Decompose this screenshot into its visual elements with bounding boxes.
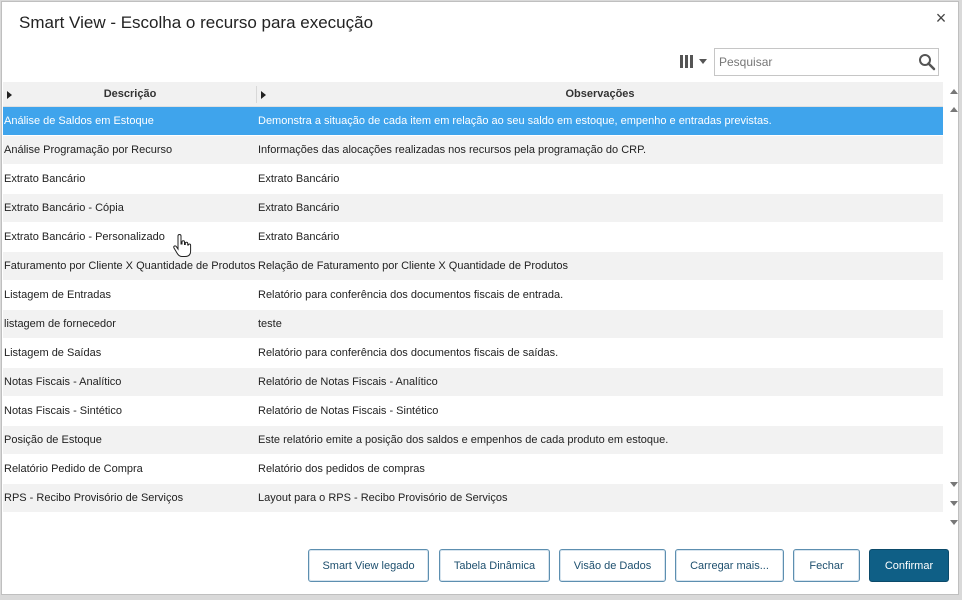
cell-observacoes: Relatório para conferência dos documento… [258, 347, 559, 359]
cell-descricao: Listagem de Saídas [4, 347, 102, 359]
table-body: Análise de Saldos em Estoque Demonstra a … [3, 107, 943, 513]
confirmar-button[interactable]: Confirmar [869, 549, 949, 582]
cell-descricao: Extrato Bancário - Personalizado [4, 231, 165, 243]
table-row[interactable]: Análise de Saldos em Estoque Demonstra a … [3, 107, 943, 136]
dialog-title: Smart View - Escolha o recurso para exec… [19, 13, 374, 32]
cell-observacoes: Informações das alocações realizadas nos… [258, 144, 647, 156]
column-selector-button[interactable] [674, 48, 712, 75]
cell-descricao: Análise de Saldos em Estoque [4, 115, 154, 127]
tabela-dinamica-button[interactable]: Tabela Dinâmica [439, 549, 550, 582]
cell-descricao: Notas Fiscais - Sintético [4, 405, 122, 417]
cell-observacoes: Extrato Bancário [258, 202, 340, 214]
table-row[interactable]: Listagem de Saídas Relatório para conferê… [3, 339, 943, 368]
vertical-scrollbar[interactable] [946, 82, 962, 533]
cell-observacoes: Relatório de Notas Fiscais - Sintético [258, 405, 439, 417]
cell-descricao: Faturamento por Cliente X Quantidade de … [4, 260, 256, 272]
cell-observacoes: Layout para o RPS - Recibo Provisório de… [258, 492, 508, 504]
chevron-down-icon [698, 59, 707, 64]
fechar-button[interactable]: Fechar [793, 549, 860, 582]
table-row[interactable]: Relatório Pedido de Compra Relatório dos … [3, 455, 943, 484]
scroll-down-button[interactable] [946, 496, 961, 511]
chevron-up-icon [949, 107, 958, 112]
table-row[interactable]: Notas Fiscais - Sintético Relatório de No… [3, 397, 943, 426]
cell-observacoes: Extrato Bancário [258, 173, 340, 185]
search-field [714, 48, 939, 76]
table-header: Descrição Observações [3, 82, 943, 107]
table-row[interactable]: Extrato Bancário - Cópia Extrato Bancário [3, 194, 943, 223]
table-row[interactable]: Faturamento por Cliente X Quantidade de … [3, 252, 943, 281]
close-icon[interactable]: × [933, 9, 949, 27]
resources-table: Descrição Observações Análise de Saldos … [3, 82, 943, 513]
chevron-up-icon [949, 89, 958, 94]
cell-descricao: RPS - Recibo Provisório de Serviços [4, 492, 184, 504]
search-icon[interactable] [918, 53, 936, 71]
cell-descricao: listagem de fornecedor [4, 318, 116, 330]
cell-observacoes: Extrato Bancário [258, 231, 340, 243]
chevron-down-icon [949, 482, 958, 487]
cell-descricao: Extrato Bancário - Cópia [4, 202, 124, 214]
scroll-down-button[interactable] [946, 477, 961, 492]
cell-observacoes: Este relatório emite a posição dos saldo… [258, 434, 669, 446]
cell-descricao: Análise Programação por Recurso [4, 144, 173, 156]
cell-observacoes: Relatório dos pedidos de compras [258, 463, 425, 475]
table-row[interactable]: Análise Programação por Recurso Informaçõ… [3, 136, 943, 165]
smart-view-legado-button[interactable]: Smart View legado [308, 549, 429, 582]
cell-descricao: Listagem de Entradas [4, 289, 112, 301]
cell-observacoes: Demonstra a situação de cada item em rel… [258, 115, 772, 127]
cell-observacoes: Relatório para conferência dos documento… [258, 289, 564, 301]
cell-observacoes: Relação de Faturamento por Cliente X Qua… [258, 260, 569, 272]
table-row[interactable]: listagem de fornecedor teste [3, 310, 943, 339]
hand-cursor-icon [173, 234, 192, 257]
smart-view-dialog: Smart View - Escolha o recurso para exec… [1, 1, 959, 595]
table-row[interactable]: Extrato Bancário Extrato Bancário [3, 165, 943, 194]
cell-observacoes: Relatório de Notas Fiscais - Analítico [258, 376, 438, 388]
visao-de-dados-button[interactable]: Visão de Dados [559, 549, 666, 582]
carregar-mais-button[interactable]: Carregar mais... [675, 549, 784, 582]
scroll-down-button[interactable] [946, 515, 961, 530]
search-input[interactable] [715, 49, 909, 75]
table-row[interactable]: RPS - Recibo Provisório de Serviços Layou… [3, 484, 943, 513]
columns-icon [679, 55, 693, 68]
column-header-descricao[interactable]: Descrição [3, 82, 257, 107]
cell-descricao: Posição de Estoque [4, 434, 102, 446]
table-row[interactable]: Posição de Estoque Este relatório emite a… [3, 426, 943, 455]
table-row[interactable]: Listagem de Entradas Relatório para confe… [3, 281, 943, 310]
table-row[interactable]: Notas Fiscais - Analítico Relatório de No… [3, 368, 943, 397]
chevron-down-icon [949, 520, 958, 525]
column-header-observacoes[interactable]: Observações [257, 82, 943, 107]
cell-descricao: Notas Fiscais - Analítico [4, 376, 122, 388]
scroll-up-button[interactable] [946, 102, 961, 117]
scroll-up-button[interactable] [946, 84, 961, 99]
chevron-down-icon [949, 501, 958, 506]
cell-descricao: Relatório Pedido de Compra [4, 463, 143, 475]
table-row[interactable]: Extrato Bancário - Personalizado Extrato … [3, 223, 943, 252]
cell-descricao: Extrato Bancário [4, 173, 86, 185]
cell-observacoes: teste [258, 318, 282, 330]
